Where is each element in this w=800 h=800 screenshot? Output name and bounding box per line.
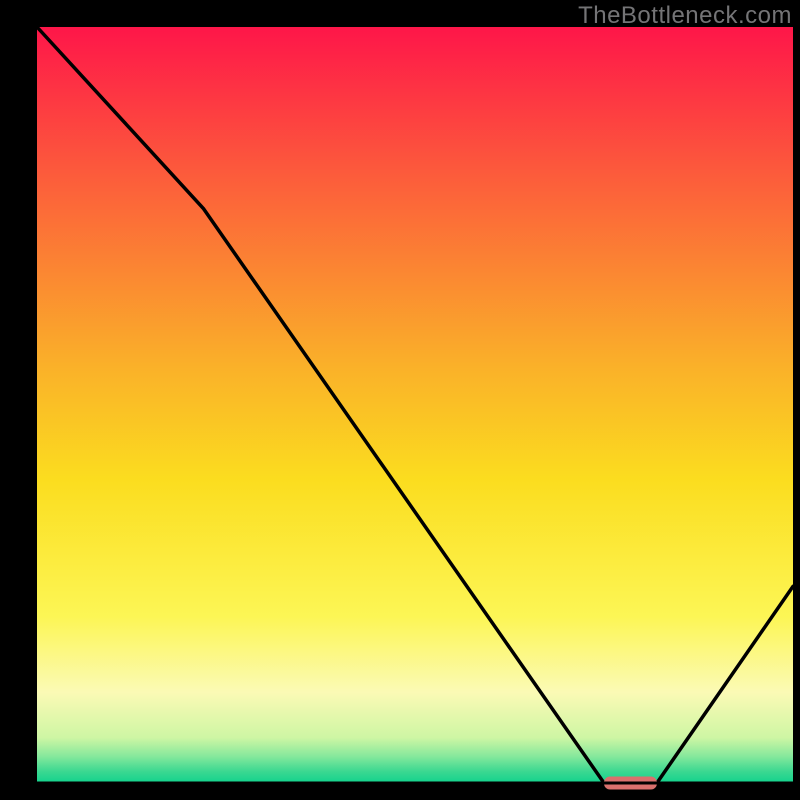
plot-background (37, 27, 793, 783)
bottleneck-chart (0, 0, 800, 800)
chart-container: TheBottleneck.com (0, 0, 800, 800)
watermark-text: TheBottleneck.com (578, 2, 792, 30)
